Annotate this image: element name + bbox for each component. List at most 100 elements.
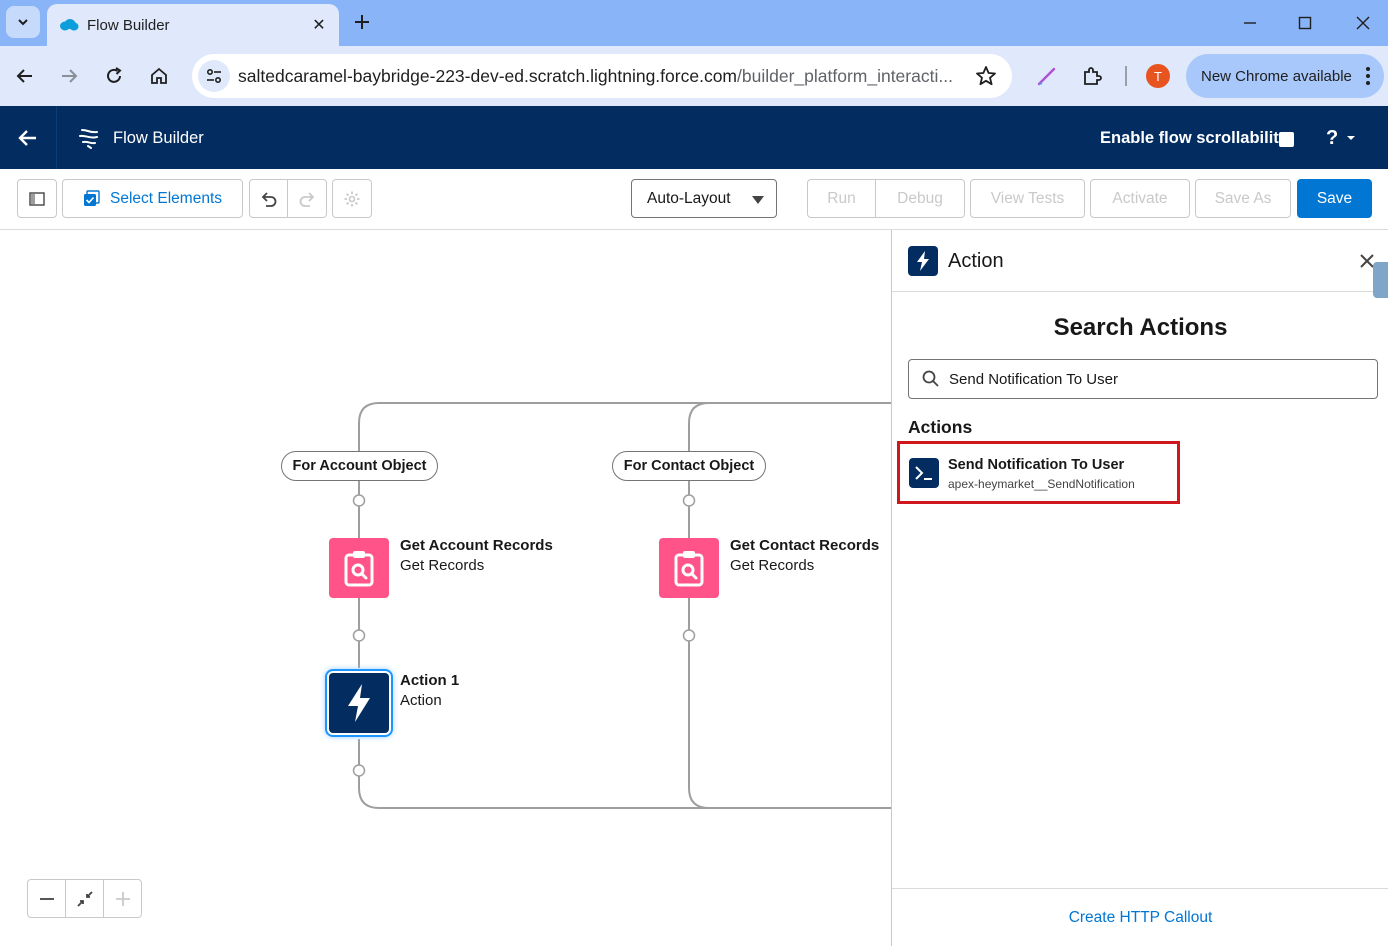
record-lookup-icon: [674, 551, 704, 587]
arrow-left-icon: [16, 69, 32, 83]
view-tests-button[interactable]: View Tests: [970, 179, 1085, 218]
apex-icon-box: [909, 458, 939, 488]
fit-to-view-button[interactable]: [65, 879, 104, 918]
get-contact-records-node[interactable]: [659, 538, 719, 598]
save-button[interactable]: Save: [1297, 179, 1372, 218]
connector-dot: [352, 629, 366, 642]
flow-builder-header: Flow Builder Enable flow scrollability ?: [0, 106, 1388, 169]
app-title: Flow Builder: [113, 129, 204, 147]
pen-icon: [1037, 67, 1056, 86]
minimize-button[interactable]: [1233, 8, 1267, 38]
panel-toggle-icon: [29, 191, 45, 206]
flow-settings-button[interactable]: [332, 179, 372, 218]
browser-tab[interactable]: Flow Builder ✕: [47, 4, 339, 46]
sf-back-button[interactable]: [0, 106, 57, 169]
close-icon: [1356, 16, 1370, 30]
debug-button[interactable]: Debug: [876, 179, 965, 218]
home-icon: [151, 67, 167, 84]
caret-down-icon: [1347, 136, 1356, 140]
url-text[interactable]: saltedcaramel-baybridge-223-dev-ed.scrat…: [238, 66, 954, 87]
branch-label-contact[interactable]: For Contact Object: [612, 451, 766, 481]
save-as-button[interactable]: Save As: [1195, 179, 1291, 218]
create-http-callout-link[interactable]: Create HTTP Callout: [1069, 909, 1213, 927]
action-search-box[interactable]: [908, 359, 1378, 399]
new-tab-button[interactable]: [348, 8, 376, 36]
branch-label-account[interactable]: For Account Object: [281, 451, 438, 481]
extensions-button[interactable]: [1078, 62, 1106, 90]
site-info-button[interactable]: [198, 60, 230, 92]
gear-icon: [344, 191, 360, 206]
chrome-update-button[interactable]: New Chrome available: [1186, 54, 1384, 98]
home-button[interactable]: [143, 60, 175, 92]
node-title: Get Contact Records: [730, 537, 880, 554]
tab-close-icon[interactable]: ✕: [305, 11, 333, 39]
zoom-out-button[interactable]: [27, 879, 66, 918]
back-button[interactable]: [9, 60, 41, 92]
flow-builder-logo-icon: [79, 129, 98, 149]
select-elements-button[interactable]: Select Elements: [62, 179, 243, 218]
arrow-right-icon: [62, 69, 78, 83]
flow-connectors: [352, 402, 891, 809]
action-panel: Action Search Actions Actions Send Notif…: [891, 230, 1388, 946]
scrollability-checkbox[interactable]: [1279, 132, 1294, 147]
branch-top-connector: [358, 402, 891, 451]
puzzle-icon: [1084, 67, 1102, 85]
url-path: /builder_platform_interacti...: [737, 65, 953, 86]
action-result-title: Send Notification To User: [948, 457, 1125, 473]
undo-button[interactable]: [249, 179, 288, 218]
reload-icon: [107, 67, 122, 83]
pen-extension-icon[interactable]: [1033, 62, 1061, 90]
connector-dot: [352, 764, 366, 777]
zoom-in-button[interactable]: [103, 879, 142, 918]
record-lookup-icon: [344, 551, 374, 587]
select-elements-label: Select Elements: [110, 189, 222, 207]
flow-canvas[interactable]: For Account Object For Contact Object Ge…: [0, 230, 891, 946]
forward-button[interactable]: [53, 60, 85, 92]
connector-dot: [352, 494, 366, 507]
bookmark-star-icon[interactable]: [974, 64, 998, 88]
panel-header: Action: [892, 230, 1388, 292]
activate-label: Activate: [1112, 189, 1168, 207]
close-window-button[interactable]: [1346, 8, 1380, 38]
search-actions-heading: Search Actions: [1053, 314, 1228, 341]
redo-button[interactable]: [288, 179, 327, 218]
profile-avatar[interactable]: T: [1146, 64, 1170, 88]
node-subtitle: Action: [400, 692, 442, 709]
panel-side-handle[interactable]: [1373, 262, 1388, 298]
checkbox-select-icon: [84, 190, 100, 206]
caret-down-icon: [752, 196, 764, 204]
run-button[interactable]: Run: [807, 179, 876, 218]
layout-select[interactable]: Auto-Layout: [631, 179, 777, 218]
tab-search-button[interactable]: [6, 6, 40, 38]
more-vert-icon: [1366, 67, 1370, 85]
search-icon: [922, 370, 939, 387]
arrow-left-icon: [18, 129, 36, 146]
action-result-item[interactable]: Send Notification To User apex-heymarket…: [897, 441, 1180, 504]
get-account-records-node[interactable]: [329, 538, 389, 598]
reload-button[interactable]: [98, 60, 130, 92]
zoom-controls: [27, 879, 142, 918]
toggle-panel-button[interactable]: [17, 179, 57, 218]
contract-icon: [76, 890, 93, 907]
node-subtitle: Get Records: [400, 557, 485, 574]
maximize-button[interactable]: [1288, 8, 1322, 38]
action-search-input[interactable]: [949, 370, 1369, 388]
activate-button[interactable]: Activate: [1090, 179, 1190, 218]
tab-title: Flow Builder: [87, 16, 170, 34]
get-contact-records-label: Get Contact Records Get Records: [730, 536, 879, 576]
browser-toolbar: saltedcaramel-baybridge-223-dev-ed.scrat…: [0, 46, 1388, 106]
save-label: Save: [1316, 189, 1353, 207]
chrome-update-label: New Chrome available: [1201, 67, 1352, 85]
action-1-node[interactable]: [329, 673, 389, 733]
minus-icon: [39, 897, 54, 900]
tune-icon: [206, 68, 222, 84]
plus-icon: [115, 891, 130, 906]
address-bar[interactable]: saltedcaramel-baybridge-223-dev-ed.scrat…: [192, 54, 1012, 98]
plus-icon: [355, 15, 369, 29]
actions-section-label: Actions: [908, 417, 973, 437]
run-label: Run: [827, 189, 856, 207]
layout-select-value: Auto-Layout: [647, 189, 731, 207]
chevron-down-icon: [18, 19, 28, 26]
scrollability-label: Enable flow scrollability: [1100, 129, 1288, 147]
help-menu-button[interactable]: ?: [1326, 124, 1366, 152]
